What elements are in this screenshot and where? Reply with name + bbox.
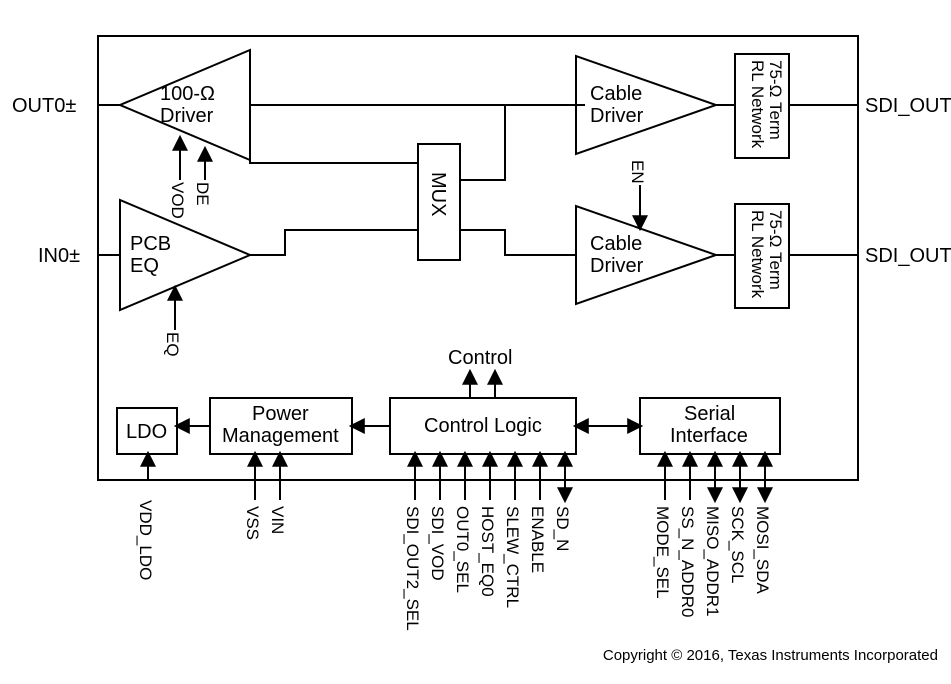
si-line2: Interface xyxy=(670,425,748,447)
cd2-line2: Driver xyxy=(590,255,644,277)
pin-vin: VIN xyxy=(268,506,287,534)
pcbeq-line2: EQ xyxy=(130,255,159,277)
block-term-1: 75-Ω Term RL Network xyxy=(735,54,789,158)
pin-cl-2: OUT0_SEL xyxy=(453,506,472,593)
pin-si-3: SCK_SCL xyxy=(728,506,747,583)
pin-cl-5: ENABLE xyxy=(528,506,547,573)
term1-line1: 75-Ω Term xyxy=(766,60,785,140)
term2-line2: RL Network xyxy=(748,210,767,299)
pin-en: EN xyxy=(628,160,647,184)
block-serial-interface: Serial Interface xyxy=(640,398,780,454)
si-line1: Serial xyxy=(684,403,735,425)
block-mux: MUX xyxy=(418,144,460,260)
port-sdi-out1: SDI_OUT1± xyxy=(865,95,951,117)
port-control: Control xyxy=(448,347,512,369)
pin-cl-1: SDI_VOD xyxy=(428,506,447,581)
driver100-line2: Driver xyxy=(160,105,214,127)
block-term-2: 75-Ω Term RL Network xyxy=(735,204,789,308)
cd2-line1: Cable xyxy=(590,233,642,255)
term1-line2: RL Network xyxy=(748,60,767,149)
cd1-line2: Driver xyxy=(590,105,644,127)
pin-eq: EQ xyxy=(163,332,182,357)
block-power-management: Power Management xyxy=(210,398,352,454)
cd1-line1: Cable xyxy=(590,83,642,105)
pin-cl-0: SDI_OUT2_SEL xyxy=(403,506,422,631)
block-ldo: LDO xyxy=(117,408,177,454)
port-in0: IN0± xyxy=(38,245,80,267)
pin-cl-3: HOST_EQ0 xyxy=(478,506,497,597)
pin-vdd-ldo: VDD_LDO xyxy=(136,500,155,580)
pin-si-0: MODE_SEL xyxy=(653,506,672,599)
pin-vod: VOD xyxy=(168,182,187,219)
footer-copyright: Copyright © 2016, Texas Instruments Inco… xyxy=(603,647,938,664)
pin-vss: VSS xyxy=(243,506,262,540)
pm-line1: Power xyxy=(252,403,309,425)
ldo-label: LDO xyxy=(126,421,167,443)
term2-line1: 75-Ω Term xyxy=(766,210,785,290)
pin-si-1: SS_N_ADDR0 xyxy=(678,506,697,618)
pin-si-2: MISO_ADDR1 xyxy=(703,506,722,617)
driver100-line1: 100-Ω xyxy=(160,83,215,105)
pm-line2: Management xyxy=(222,425,339,447)
pin-de: DE xyxy=(193,182,212,206)
pin-cl-4: SLEW_CTRL xyxy=(503,506,522,608)
pcbeq-line1: PCB xyxy=(130,233,171,255)
pin-cl-6: SD_N xyxy=(553,506,572,551)
pin-si-4: MOSI_SDA xyxy=(753,506,772,595)
cl-label: Control Logic xyxy=(424,415,542,437)
mux-label: MUX xyxy=(427,172,449,216)
block-control-logic: Control Logic xyxy=(390,398,576,454)
port-out0: OUT0± xyxy=(12,95,76,117)
port-sdi-out2: SDI_OUT2± xyxy=(865,245,951,267)
